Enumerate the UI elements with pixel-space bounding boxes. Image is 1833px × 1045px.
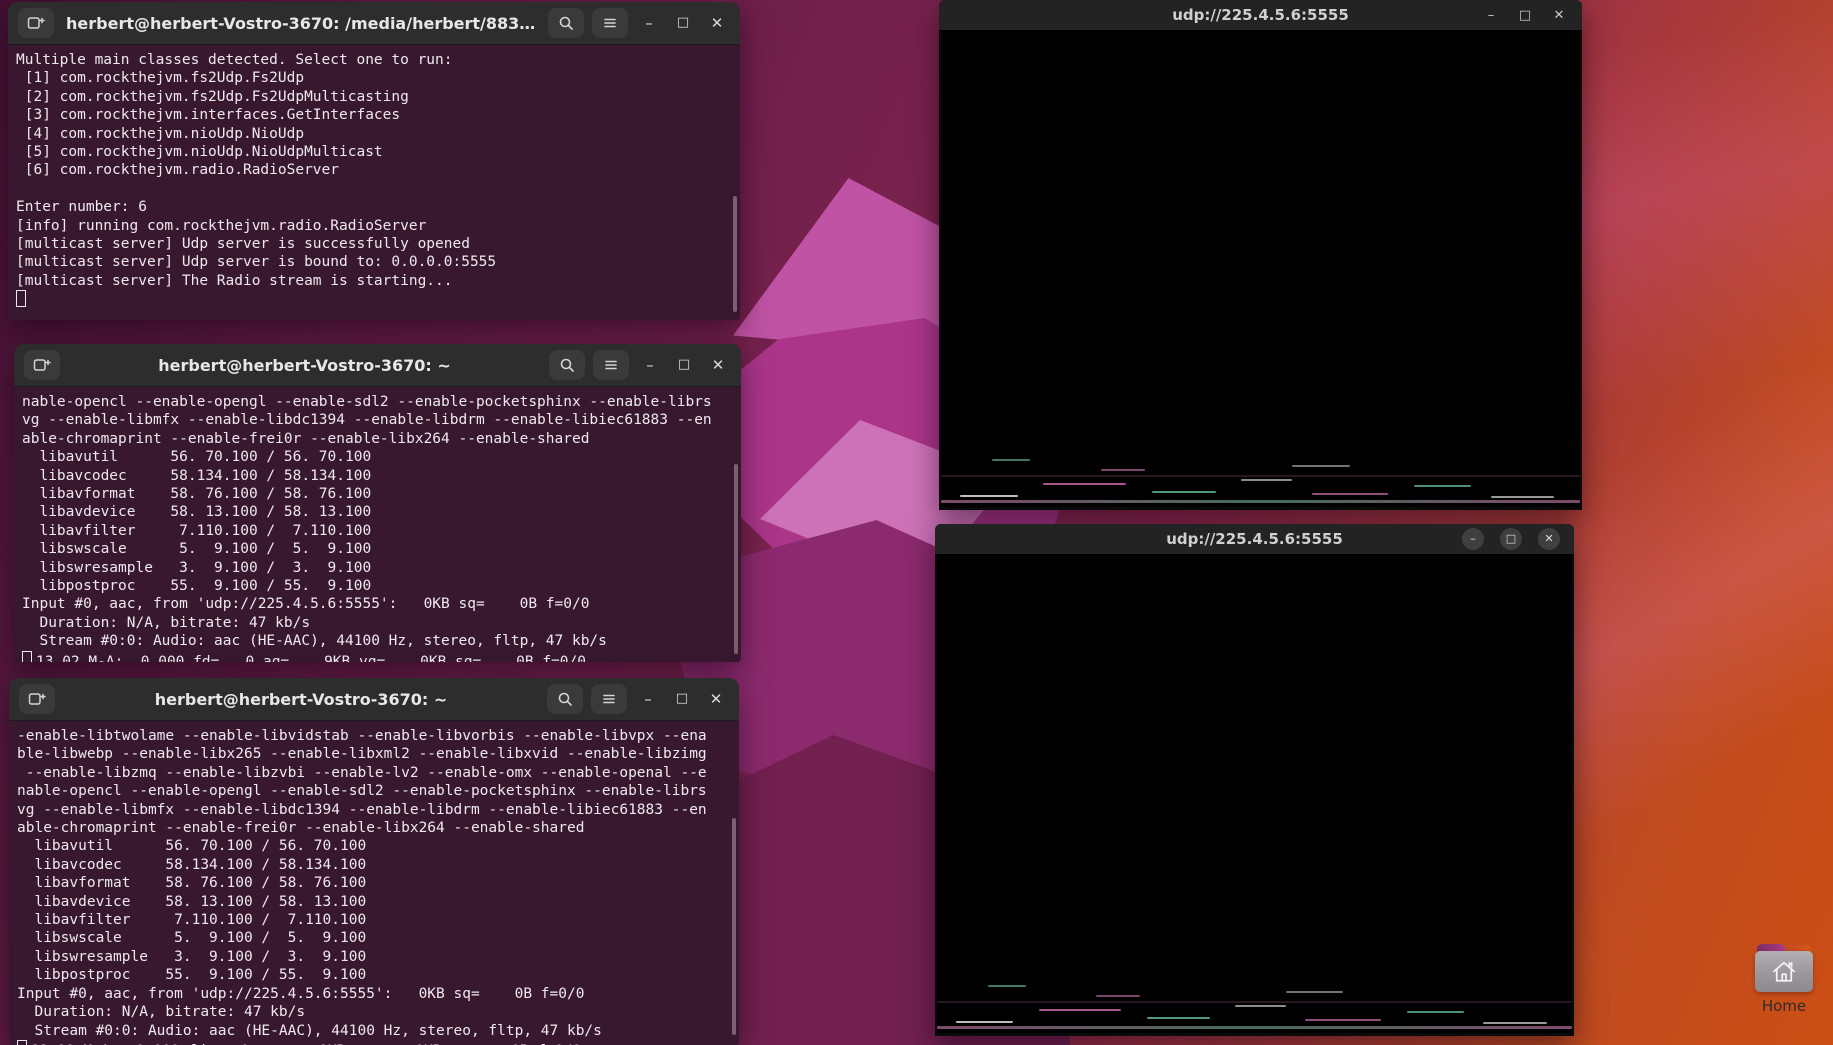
home-folder-label: Home: [1748, 997, 1820, 1015]
folder-icon: [1755, 944, 1813, 992]
terminal-window-radio-server: herbert@herbert-Vostro-3670: /media/herb…: [8, 2, 740, 320]
search-icon: [559, 357, 575, 373]
window-title: herbert@herbert-Vostro-3670: ~: [68, 356, 541, 375]
terminal-output: -enable-libtwolame --enable-libvidstab -…: [17, 727, 731, 1040]
new-tab-icon: [28, 691, 47, 707]
terminal-content[interactable]: nable-opencl --enable-opengl --enable-sd…: [14, 387, 741, 662]
terminal-titlebar[interactable]: herbert@herbert-Vostro-3670: ~ – □ ✕: [9, 678, 739, 721]
scrollbar-thumb[interactable]: [734, 464, 738, 654]
terminal-content[interactable]: -enable-libtwolame --enable-libvidstab -…: [9, 721, 739, 1045]
minimize-button[interactable]: –: [635, 684, 661, 714]
ffplay-window-2: udp://225.4.5.6:5555 – □ ✕: [935, 524, 1574, 1036]
terminal-titlebar[interactable]: herbert@herbert-Vostro-3670: ~ – □ ✕: [14, 344, 741, 387]
new-tab-button[interactable]: [18, 8, 54, 38]
terminal-window-ffplay-1: herbert@herbert-Vostro-3670: ~ – □ ✕ nab…: [14, 344, 741, 662]
maximize-button[interactable]: □: [671, 350, 697, 380]
player-titlebar[interactable]: udp://225.4.5.6:5555 – □ ✕: [935, 524, 1574, 555]
close-button[interactable]: ✕: [705, 350, 731, 380]
new-tab-button[interactable]: [19, 684, 55, 714]
close-button[interactable]: ✕: [1538, 528, 1560, 550]
minimize-button[interactable]: –: [636, 8, 662, 38]
terminal-output: Multiple main classes detected. Select o…: [16, 51, 732, 290]
house-icon: [1769, 957, 1799, 987]
minimize-button[interactable]: –: [1462, 528, 1484, 550]
close-button[interactable]: ✕: [703, 684, 729, 714]
search-icon: [558, 15, 574, 31]
search-button[interactable]: [549, 350, 585, 380]
menu-button[interactable]: [592, 8, 628, 38]
menu-button[interactable]: [591, 684, 627, 714]
home-folder-icon[interactable]: Home: [1748, 944, 1820, 1015]
search-button[interactable]: [548, 8, 584, 38]
spectrogram-video-area[interactable]: [937, 555, 1572, 1033]
terminal-window-ffplay-2: herbert@herbert-Vostro-3670: ~ – □ ✕ -en…: [9, 678, 739, 1045]
terminal-cursor: [22, 651, 32, 662]
ffplay-window-1: udp://225.4.5.6:5555 – □ ✕: [939, 0, 1582, 510]
terminal-content[interactable]: Multiple main classes detected. Select o…: [8, 45, 740, 320]
scrollbar-thumb[interactable]: [732, 818, 736, 1035]
minimize-button[interactable]: –: [637, 350, 663, 380]
spectrogram-streaks: [941, 31, 1580, 507]
new-tab-icon: [27, 15, 46, 31]
spectrogram-video-area[interactable]: [941, 31, 1580, 507]
hamburger-menu-icon: [603, 357, 619, 373]
terminal-titlebar[interactable]: herbert@herbert-Vostro-3670: /media/herb…: [8, 2, 740, 45]
maximize-button[interactable]: □: [669, 684, 695, 714]
new-tab-icon: [33, 357, 52, 373]
spectrogram-streaks: [937, 555, 1572, 1033]
search-icon: [557, 691, 573, 707]
scrollbar-thumb[interactable]: [733, 196, 737, 312]
maximize-button[interactable]: □: [1516, 4, 1534, 26]
maximize-button[interactable]: □: [670, 8, 696, 38]
minimize-button[interactable]: –: [1482, 4, 1500, 26]
maximize-button[interactable]: □: [1500, 528, 1522, 550]
close-button[interactable]: ✕: [1550, 4, 1568, 26]
hamburger-menu-icon: [601, 691, 617, 707]
window-title: herbert@herbert-Vostro-3670: ~: [63, 690, 539, 709]
new-tab-button[interactable]: [24, 350, 60, 380]
terminal-output: nable-opencl --enable-opengl --enable-sd…: [22, 393, 733, 651]
menu-button[interactable]: [593, 350, 629, 380]
search-button[interactable]: [547, 684, 583, 714]
window-title: herbert@herbert-Vostro-3670: /media/herb…: [62, 14, 540, 33]
close-button[interactable]: ✕: [704, 8, 730, 38]
hamburger-menu-icon: [602, 15, 618, 31]
player-titlebar[interactable]: udp://225.4.5.6:5555 – □ ✕: [939, 0, 1582, 31]
terminal-status-line: 13.02 M-A: 0.000 fd= 0 aq= 9KB vq= 0KB s…: [36, 654, 586, 662]
terminal-cursor: [17, 1040, 27, 1045]
terminal-cursor: [16, 290, 26, 307]
